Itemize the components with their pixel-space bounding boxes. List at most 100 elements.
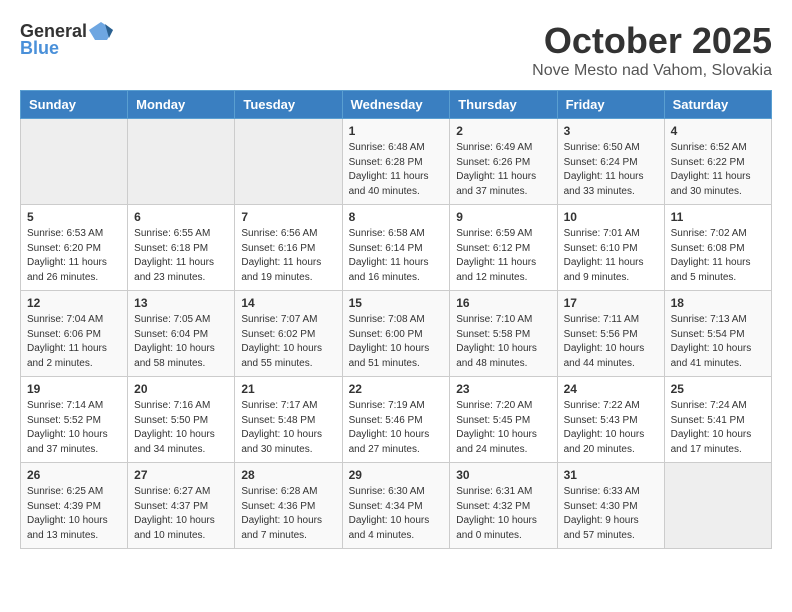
- day-number: 26: [27, 468, 121, 482]
- location-title: Nove Mesto nad Vahom, Slovakia: [532, 62, 772, 80]
- day-number: 8: [349, 210, 444, 224]
- day-number: 10: [564, 210, 658, 224]
- day-info: Sunrise: 7:04 AMSunset: 6:06 PMDaylight:…: [27, 313, 121, 371]
- day-info: Sunrise: 6:56 AMSunset: 6:16 PMDaylight:…: [241, 227, 335, 285]
- calendar-cell: 5 Sunrise: 6:53 AMSunset: 6:20 PMDaylight…: [21, 205, 128, 291]
- calendar-cell: 18Sunrise: 7:13 AMSunset: 5:54 PMDayligh…: [664, 291, 771, 377]
- day-number: 16: [456, 296, 550, 310]
- day-number: 13: [134, 296, 228, 310]
- day-number: 31: [564, 468, 658, 482]
- calendar-cell: [235, 119, 342, 205]
- day-number: 9: [456, 210, 550, 224]
- day-number: 2: [456, 124, 550, 138]
- day-info: Sunrise: 6:30 AMSunset: 4:34 PMDaylight:…: [349, 485, 444, 543]
- calendar-cell: 13 Sunrise: 7:05 AMSunset: 6:04 PMDayligh…: [128, 291, 235, 377]
- calendar-week-row: 12Sunrise: 7:04 AMSunset: 6:06 PMDayligh…: [21, 291, 772, 377]
- calendar: SundayMondayTuesdayWednesdayThursdayFrid…: [20, 90, 772, 549]
- day-number: 11: [671, 210, 765, 224]
- day-info: Sunrise: 6:49 AMSunset: 6:26 PMDaylight:…: [456, 141, 550, 199]
- day-number: 22: [349, 382, 444, 396]
- day-info: Sunrise: 7:20 AMSunset: 5:45 PMDaylight:…: [456, 399, 550, 457]
- calendar-cell: 4 Sunrise: 6:52 AMSunset: 6:22 PMDaylight…: [664, 119, 771, 205]
- weekday-header: Friday: [557, 91, 664, 119]
- calendar-cell: 26Sunrise: 6:25 AMSunset: 4:39 PMDayligh…: [21, 463, 128, 549]
- day-info: Sunrise: 6:31 AMSunset: 4:32 PMDaylight:…: [456, 485, 550, 543]
- day-info: Sunrise: 6:59 AMSunset: 6:12 PMDaylight:…: [456, 227, 550, 285]
- month-title: October 2025: [532, 20, 772, 62]
- calendar-cell: 3Sunrise: 6:50 AMSunset: 6:24 PMDaylight…: [557, 119, 664, 205]
- calendar-week-row: 19Sunrise: 7:14 AMSunset: 5:52 PMDayligh…: [21, 377, 772, 463]
- day-number: 4: [671, 124, 765, 138]
- calendar-cell: 8 Sunrise: 6:58 AMSunset: 6:14 PMDaylight…: [342, 205, 450, 291]
- calendar-cell: 24 Sunrise: 7:22 AMSunset: 5:43 PMDayligh…: [557, 377, 664, 463]
- weekday-header: Thursday: [450, 91, 557, 119]
- calendar-cell: 10 Sunrise: 7:01 AMSunset: 6:10 PMDayligh…: [557, 205, 664, 291]
- calendar-cell: 17Sunrise: 7:11 AMSunset: 5:56 PMDayligh…: [557, 291, 664, 377]
- calendar-cell: 15Sunrise: 7:08 AMSunset: 6:00 PMDayligh…: [342, 291, 450, 377]
- day-number: 25: [671, 382, 765, 396]
- day-number: 28: [241, 468, 335, 482]
- day-info: Sunrise: 7:16 AMSunset: 5:50 PMDaylight:…: [134, 399, 228, 457]
- day-info: Sunrise: 7:22 AMSunset: 5:43 PMDaylight:…: [564, 399, 658, 457]
- day-number: 1: [349, 124, 444, 138]
- day-info: Sunrise: 7:10 AMSunset: 5:58 PMDaylight:…: [456, 313, 550, 371]
- day-number: 29: [349, 468, 444, 482]
- day-info: Sunrise: 7:11 AMSunset: 5:56 PMDaylight:…: [564, 313, 658, 371]
- calendar-cell: 29 Sunrise: 6:30 AMSunset: 4:34 PMDayligh…: [342, 463, 450, 549]
- calendar-week-row: 26Sunrise: 6:25 AMSunset: 4:39 PMDayligh…: [21, 463, 772, 549]
- day-info: Sunrise: 6:33 AMSunset: 4:30 PMDaylight:…: [564, 485, 658, 543]
- logo: General Blue: [20, 20, 115, 59]
- day-info: Sunrise: 6:52 AMSunset: 6:22 PMDaylight:…: [671, 141, 765, 199]
- day-info: Sunrise: 7:24 AMSunset: 5:41 PMDaylight:…: [671, 399, 765, 457]
- day-number: 23: [456, 382, 550, 396]
- day-info: Sunrise: 7:07 AMSunset: 6:02 PMDaylight:…: [241, 313, 335, 371]
- day-info: Sunrise: 6:53 AMSunset: 6:20 PMDaylight:…: [27, 227, 121, 285]
- calendar-cell: 1 Sunrise: 6:48 AMSunset: 6:28 PMDaylight…: [342, 119, 450, 205]
- calendar-week-row: 5 Sunrise: 6:53 AMSunset: 6:20 PMDaylight…: [21, 205, 772, 291]
- day-info: Sunrise: 6:28 AMSunset: 4:36 PMDaylight:…: [241, 485, 335, 543]
- calendar-cell: [128, 119, 235, 205]
- calendar-cell: [664, 463, 771, 549]
- logo-blue: Blue: [20, 38, 59, 59]
- day-info: Sunrise: 7:19 AMSunset: 5:46 PMDaylight:…: [349, 399, 444, 457]
- weekday-header: Wednesday: [342, 91, 450, 119]
- calendar-cell: 16 Sunrise: 7:10 AMSunset: 5:58 PMDayligh…: [450, 291, 557, 377]
- logo-icon: [87, 20, 115, 42]
- calendar-cell: 14 Sunrise: 7:07 AMSunset: 6:02 PMDayligh…: [235, 291, 342, 377]
- day-info: Sunrise: 7:17 AMSunset: 5:48 PMDaylight:…: [241, 399, 335, 457]
- calendar-cell: 7Sunrise: 6:56 AMSunset: 6:16 PMDaylight…: [235, 205, 342, 291]
- day-info: Sunrise: 7:05 AMSunset: 6:04 PMDaylight:…: [134, 313, 228, 371]
- weekday-header: Monday: [128, 91, 235, 119]
- day-info: Sunrise: 6:50 AMSunset: 6:24 PMDaylight:…: [564, 141, 658, 199]
- day-number: 15: [349, 296, 444, 310]
- header: General Blue October 2025 Nove Mesto nad…: [20, 20, 772, 80]
- day-info: Sunrise: 7:01 AMSunset: 6:10 PMDaylight:…: [564, 227, 658, 285]
- calendar-cell: 9 Sunrise: 6:59 AMSunset: 6:12 PMDaylight…: [450, 205, 557, 291]
- day-number: 20: [134, 382, 228, 396]
- weekday-header: Saturday: [664, 91, 771, 119]
- day-number: 30: [456, 468, 550, 482]
- day-info: Sunrise: 6:58 AMSunset: 6:14 PMDaylight:…: [349, 227, 444, 285]
- day-number: 24: [564, 382, 658, 396]
- day-number: 19: [27, 382, 121, 396]
- day-info: Sunrise: 6:48 AMSunset: 6:28 PMDaylight:…: [349, 141, 444, 199]
- calendar-cell: 20 Sunrise: 7:16 AMSunset: 5:50 PMDayligh…: [128, 377, 235, 463]
- day-info: Sunrise: 6:55 AMSunset: 6:18 PMDaylight:…: [134, 227, 228, 285]
- calendar-cell: [21, 119, 128, 205]
- day-number: 21: [241, 382, 335, 396]
- calendar-cell: 28 Sunrise: 6:28 AMSunset: 4:36 PMDayligh…: [235, 463, 342, 549]
- day-number: 14: [241, 296, 335, 310]
- day-number: 27: [134, 468, 228, 482]
- weekday-header: Sunday: [21, 91, 128, 119]
- calendar-cell: 22 Sunrise: 7:19 AMSunset: 5:46 PMDayligh…: [342, 377, 450, 463]
- calendar-cell: 25 Sunrise: 7:24 AMSunset: 5:41 PMDayligh…: [664, 377, 771, 463]
- calendar-cell: 30 Sunrise: 6:31 AMSunset: 4:32 PMDayligh…: [450, 463, 557, 549]
- calendar-cell: 23 Sunrise: 7:20 AMSunset: 5:45 PMDayligh…: [450, 377, 557, 463]
- calendar-cell: 27 Sunrise: 6:27 AMSunset: 4:37 PMDayligh…: [128, 463, 235, 549]
- calendar-cell: 2 Sunrise: 6:49 AMSunset: 6:26 PMDaylight…: [450, 119, 557, 205]
- calendar-cell: 11Sunrise: 7:02 AMSunset: 6:08 PMDayligh…: [664, 205, 771, 291]
- day-number: 6: [134, 210, 228, 224]
- weekday-header-row: SundayMondayTuesdayWednesdayThursdayFrid…: [21, 91, 772, 119]
- day-number: 5: [27, 210, 121, 224]
- day-info: Sunrise: 6:27 AMSunset: 4:37 PMDaylight:…: [134, 485, 228, 543]
